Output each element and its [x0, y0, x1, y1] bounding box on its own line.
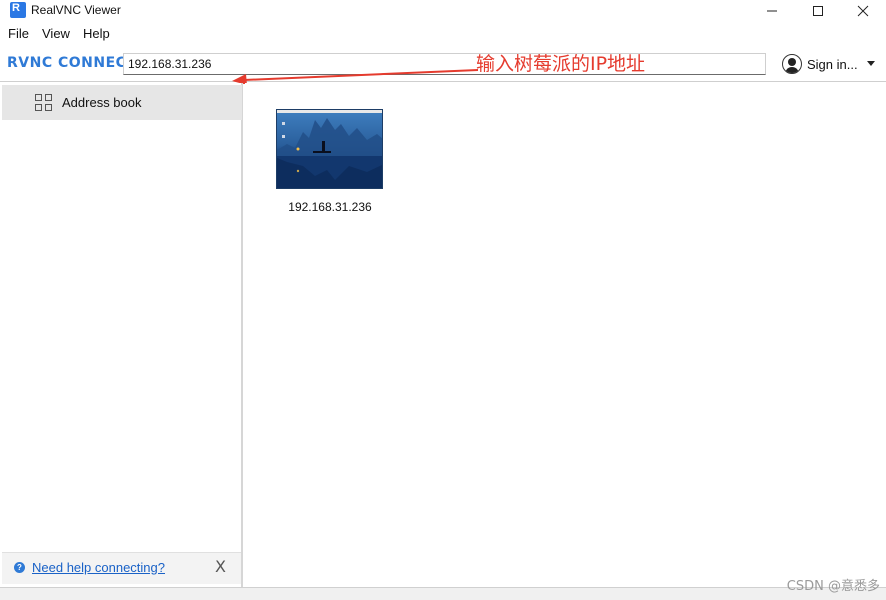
annotation-text: 输入树莓派的IP地址 — [476, 53, 646, 75]
computer-label: 192.168.31.236 — [288, 200, 372, 214]
rvnc-connect-logo: RVNC CONNECT — [7, 55, 137, 71]
help-bar: ? Need help connecting? X — [2, 552, 241, 584]
sign-in-label: Sign in... — [807, 57, 858, 72]
realvnc-app-icon: R — [10, 2, 26, 18]
grid-icon — [35, 94, 53, 112]
close-button[interactable] — [840, 0, 886, 22]
maximize-icon — [813, 6, 823, 16]
minimize-icon — [767, 10, 777, 12]
maximize-button[interactable] — [795, 0, 841, 22]
sidebar-item-label: Address book — [62, 95, 142, 110]
help-connecting-link[interactable]: Need help connecting? — [32, 560, 165, 575]
help-close-button[interactable]: X — [215, 557, 226, 576]
help-icon: ? — [14, 562, 25, 573]
minimize-button[interactable] — [749, 0, 795, 22]
menu-bar: File View Help — [0, 24, 886, 44]
status-bar — [0, 587, 886, 600]
chevron-down-icon — [867, 61, 875, 66]
watermark: CSDN @意悉多 — [786, 579, 880, 594]
window-title: RealVNC Viewer — [31, 3, 121, 17]
user-avatar-icon — [782, 54, 802, 74]
sign-in-button[interactable]: Sign in... — [782, 52, 880, 78]
menu-help[interactable]: Help — [83, 26, 110, 41]
annotation-arrow — [232, 69, 479, 84]
title-bar: R RealVNC Viewer — [0, 0, 886, 22]
toolbar: RVNC CONNECT 输入树莓派的IP地址 Sign in... — [0, 48, 886, 84]
sidebar: Address book ? Need help connecting? X — [0, 83, 243, 587]
close-icon — [857, 5, 869, 17]
computer-tile[interactable]: 192.168.31.236 — [275, 108, 383, 218]
landscape-image — [277, 118, 382, 188]
address-book-panel: 192.168.31.236 — [245, 83, 886, 587]
menu-file[interactable]: File — [8, 26, 29, 41]
desktop-thumbnail — [276, 109, 383, 189]
menu-view[interactable]: View — [42, 26, 70, 41]
sidebar-item-address-book[interactable]: Address book — [2, 85, 242, 120]
